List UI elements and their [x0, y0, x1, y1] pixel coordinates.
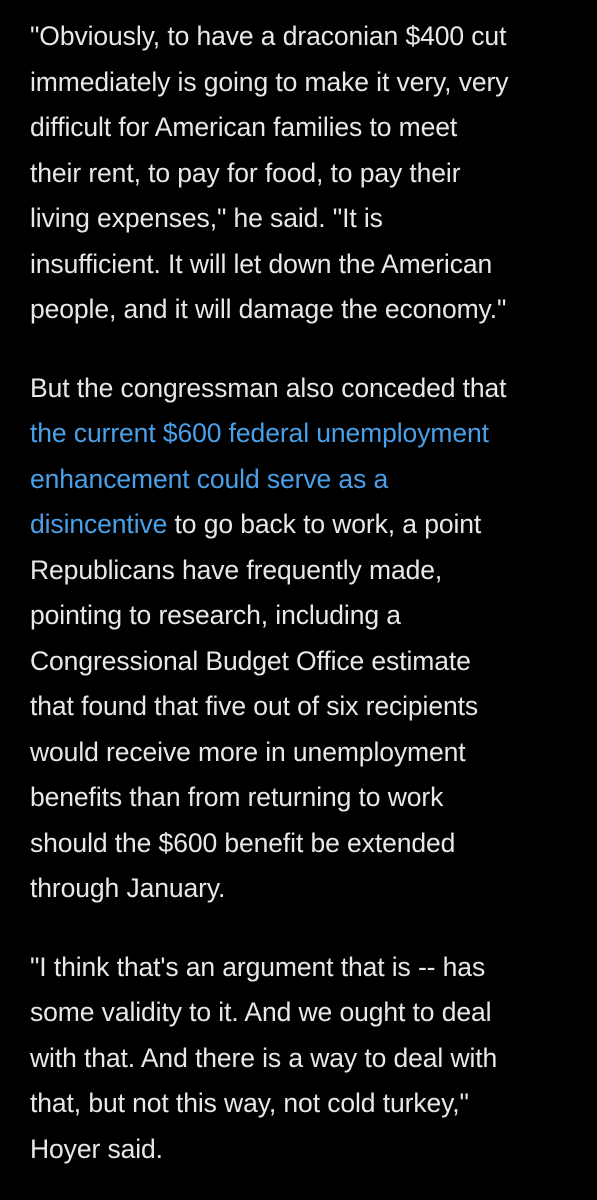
- article-link-part-3[interactable]: disincentive: [30, 509, 167, 539]
- text-line: their rent, to pay for food, to pay thei…: [30, 157, 461, 188]
- quote-paragraph-3: "I think that's an argument that is -- h…: [30, 945, 570, 1173]
- text-line: benefits than from returning to work: [30, 782, 444, 812]
- article-body: "Obviously, to have a draconian $400 cut…: [30, 14, 570, 1172]
- text-line: difficult for American families to meet: [30, 112, 458, 142]
- text-line: Hoyer said.: [30, 1133, 163, 1164]
- text-line: that, but not this way, not cold turkey,…: [30, 1088, 469, 1118]
- text-line: some validity to it. And we ought to dea…: [30, 997, 492, 1027]
- text-line: through January.: [30, 873, 226, 903]
- link-line: the current $600 federal unemployment: [30, 411, 570, 457]
- quote-paragraph-1: "Obviously, to have a draconian $400 cut…: [30, 14, 570, 333]
- text-line: people, and it will damage the economy.": [30, 294, 507, 324]
- text-line: But the congressman also conceded that: [30, 372, 507, 403]
- text-line: "Obviously, to have a draconian $400 cut: [30, 21, 507, 51]
- text-line: "I think that's an argument that is -- h…: [30, 951, 486, 982]
- text-line: Congressional Budget Office estimate: [30, 645, 471, 676]
- article-link-part-2[interactable]: enhancement could serve as a: [30, 464, 388, 494]
- text-fragment: to go back to work, a point: [167, 509, 482, 539]
- body-paragraph-2: But the congressman also conceded that t…: [30, 366, 570, 912]
- text-line: with that. And there is a way to deal wi…: [30, 1042, 498, 1073]
- text-line: Republicans have frequently made,: [30, 554, 443, 585]
- text-line: should the $600 benefit be extended: [30, 827, 456, 858]
- article-link-part-1[interactable]: the current $600 federal unemployment: [30, 418, 489, 448]
- text-line: pointing to research, including a: [30, 600, 401, 630]
- text-line: immediately is going to make it very, ve…: [30, 66, 509, 97]
- link-line: enhancement could serve as a: [30, 457, 570, 503]
- text-line: living expenses," he said. "It is: [30, 203, 383, 233]
- text-line: would receive more in unemployment: [30, 736, 466, 767]
- mixed-line: disincentive to go back to work, a point: [30, 502, 570, 548]
- text-line: that found that five out of six recipien…: [30, 691, 479, 721]
- text-line: insufficient. It will let down the Ameri…: [30, 248, 493, 279]
